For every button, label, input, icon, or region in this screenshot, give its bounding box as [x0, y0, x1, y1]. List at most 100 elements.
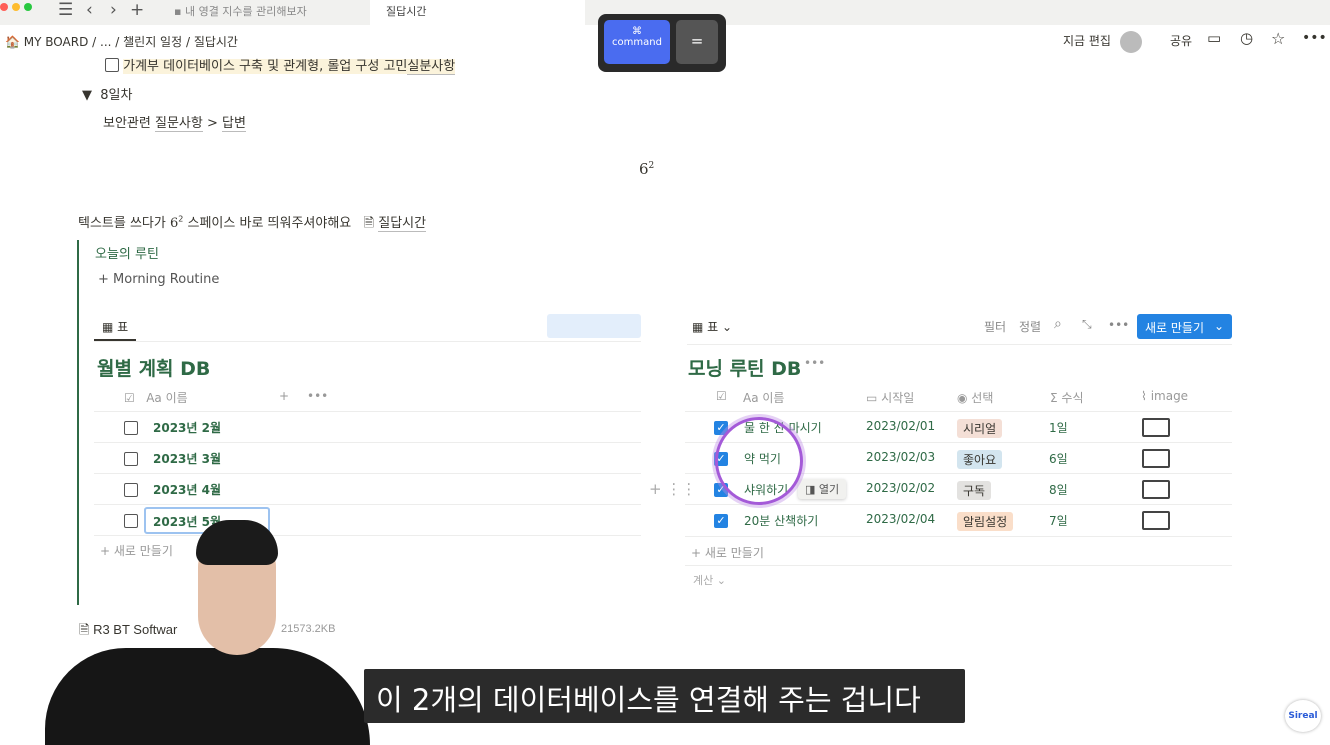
table-row[interactable]: 2023년 5월	[94, 504, 641, 535]
minimize-window-button[interactable]	[12, 3, 20, 11]
right-add-row[interactable]: + 새로 만들기	[685, 536, 1232, 568]
tab[interactable]: ▪ 내 영결 지수를 관리해보자	[160, 0, 370, 25]
more-icon[interactable]: •••	[1302, 30, 1327, 46]
row-tag[interactable]: 구독	[957, 481, 992, 500]
star-icon[interactable]: ☆	[1271, 29, 1285, 48]
math-base: 6	[639, 160, 649, 178]
row-date[interactable]: 2023/02/03	[866, 450, 935, 464]
row-tag[interactable]: 좋아요	[957, 450, 1003, 469]
row-name[interactable]: 2023년 4월	[153, 481, 221, 498]
column-select[interactable]: ◉ 선택	[957, 389, 993, 406]
column-date[interactable]: ▭ 시작일	[866, 389, 914, 406]
more-icon[interactable]: •••	[804, 356, 825, 370]
calculate-button[interactable]: 계산 ⌄	[685, 565, 1232, 594]
search-icon[interactable]: ⌕	[1054, 316, 1062, 332]
channel-logo: Sireal	[1285, 700, 1321, 732]
toggle-8[interactable]: ▼ 8일차	[82, 84, 132, 103]
morning-routine-button[interactable]: + Morning Routine	[98, 272, 219, 287]
row-checkbox[interactable]	[124, 452, 138, 466]
tab-active[interactable]: 질답시간	[370, 0, 585, 25]
column-name[interactable]: Aa 이름	[743, 389, 784, 406]
breadcrumb-item[interactable]: 챌린지 일정	[123, 35, 182, 49]
file-attachment[interactable]: 🗎 R3 BT Softwar 21573.2KB	[79, 621, 336, 643]
view-label: 표	[707, 320, 719, 334]
calc-label: 계산	[693, 574, 714, 587]
home-icon: 🏠	[5, 35, 20, 49]
comment-icon[interactable]: ▭	[1207, 29, 1221, 47]
row-date[interactable]: 2023/02/01	[866, 419, 935, 433]
todo-checkbox[interactable]	[105, 58, 119, 72]
todo-item: 가계부 데이터베이스 구축 및 관계형, 롤업 구성 고민실분사항	[105, 55, 456, 75]
breadcrumb-item[interactable]: ...	[100, 35, 111, 49]
share-button[interactable]: 공유	[1170, 32, 1192, 49]
left-new-button[interactable]	[547, 314, 641, 338]
row-checkbox-checked[interactable]: ✓	[714, 514, 728, 528]
maximize-window-button[interactable]	[24, 3, 32, 11]
webcam-person-body	[45, 648, 370, 745]
new-button[interactable]: 새로 만들기 ⌄	[1137, 314, 1232, 339]
right-view-tab[interactable]: ▦ 표 ⌄	[692, 318, 732, 335]
math-equation[interactable]: 62	[639, 160, 654, 178]
back-icon[interactable]: ‹	[86, 0, 93, 20]
row-name[interactable]: 2023년 3월	[153, 450, 221, 467]
row-checkbox[interactable]	[124, 483, 138, 497]
column-name[interactable]: Aa 이름	[146, 391, 187, 405]
new-row-label: 새로 만들기	[113, 544, 173, 558]
left-add-row[interactable]: + 새로 만들기	[94, 535, 641, 566]
toggle-arrow-icon[interactable]: ▼	[82, 88, 92, 103]
inline-math-exp: 2	[178, 214, 184, 224]
row-checkbox[interactable]	[124, 514, 138, 528]
row-date[interactable]: 2023/02/02	[866, 481, 935, 495]
breadcrumb-item[interactable]: MY BOARD	[24, 35, 89, 49]
image-thumbnail[interactable]	[1142, 511, 1170, 530]
sort-button[interactable]: 정렬	[1019, 318, 1041, 335]
left-view-tab[interactable]: ▦ 표	[94, 318, 137, 341]
question-link[interactable]: 질문사항	[154, 116, 203, 132]
page-link[interactable]: 질답시간	[378, 216, 427, 232]
more-icon[interactable]: •••	[1108, 318, 1129, 332]
left-header: ☑ Aa 이름 + •••	[124, 389, 328, 406]
breadcrumb-item[interactable]: 질답시간	[194, 35, 238, 49]
avatar[interactable]	[1120, 31, 1142, 53]
row-name[interactable]: 2023년 2월	[153, 419, 221, 436]
expand-icon[interactable]: ⤡	[1082, 317, 1092, 332]
row-name[interactable]: 20분 산책하기	[744, 512, 818, 529]
forward-icon[interactable]: ›	[110, 0, 117, 20]
column-label: image	[1150, 389, 1189, 403]
more-icon[interactable]: •••	[307, 389, 328, 403]
morning-label: Morning Routine	[113, 272, 220, 287]
history-icon[interactable]: ◷	[1240, 29, 1253, 47]
row-formula: 7일	[1049, 514, 1068, 528]
todo-link[interactable]: 실분사항	[407, 59, 456, 75]
table-row[interactable]: 2023년 4월	[94, 473, 641, 504]
row-tag[interactable]: 시리얼	[957, 419, 1003, 438]
table-row[interactable]: 2023년 3월	[94, 442, 641, 473]
row-tag[interactable]: 알림설정	[957, 512, 1014, 531]
chevron-down-icon[interactable]: ⌄	[1214, 319, 1224, 333]
checkbox-col-icon: ☑	[124, 391, 135, 405]
breadcrumb: 🏠 MY BOARD / ... / 챌린지 일정 / 질답시간	[5, 35, 238, 49]
column-label: 선택	[971, 391, 994, 405]
row-checkbox[interactable]	[124, 421, 138, 435]
column-label: 수식	[1061, 391, 1084, 405]
column-formula[interactable]: Σ 수식	[1050, 389, 1084, 406]
image-thumbnail[interactable]	[1142, 418, 1170, 437]
menu-icon[interactable]: ☰	[58, 0, 73, 20]
tip-text: 텍스트를 쓰다가	[78, 216, 166, 231]
answer-link[interactable]: 답변	[222, 116, 246, 132]
separator: >	[206, 116, 218, 131]
column-image[interactable]: ⌇ image	[1141, 389, 1188, 403]
toggle-label: 8일차	[100, 88, 133, 103]
open-button[interactable]: ◨ 열기	[798, 479, 847, 499]
image-thumbnail[interactable]	[1142, 480, 1170, 499]
new-tab-icon[interactable]: +	[130, 0, 144, 20]
database-icon: ▪	[174, 5, 185, 18]
left-db-rows: 2023년 2월 2023년 3월 2023년 4월 2023년 5월 + 새로…	[94, 411, 641, 566]
table-row[interactable]: 2023년 2월	[94, 411, 641, 442]
filter-button[interactable]: 필터	[984, 318, 1006, 335]
add-column-icon[interactable]: +	[279, 389, 289, 403]
table-row[interactable]: ✓ 20분 산책하기 2023/02/04 알림설정 7일	[685, 504, 1232, 535]
image-thumbnail[interactable]	[1142, 449, 1170, 468]
close-window-button[interactable]	[0, 3, 8, 11]
row-date[interactable]: 2023/02/04	[866, 512, 935, 526]
